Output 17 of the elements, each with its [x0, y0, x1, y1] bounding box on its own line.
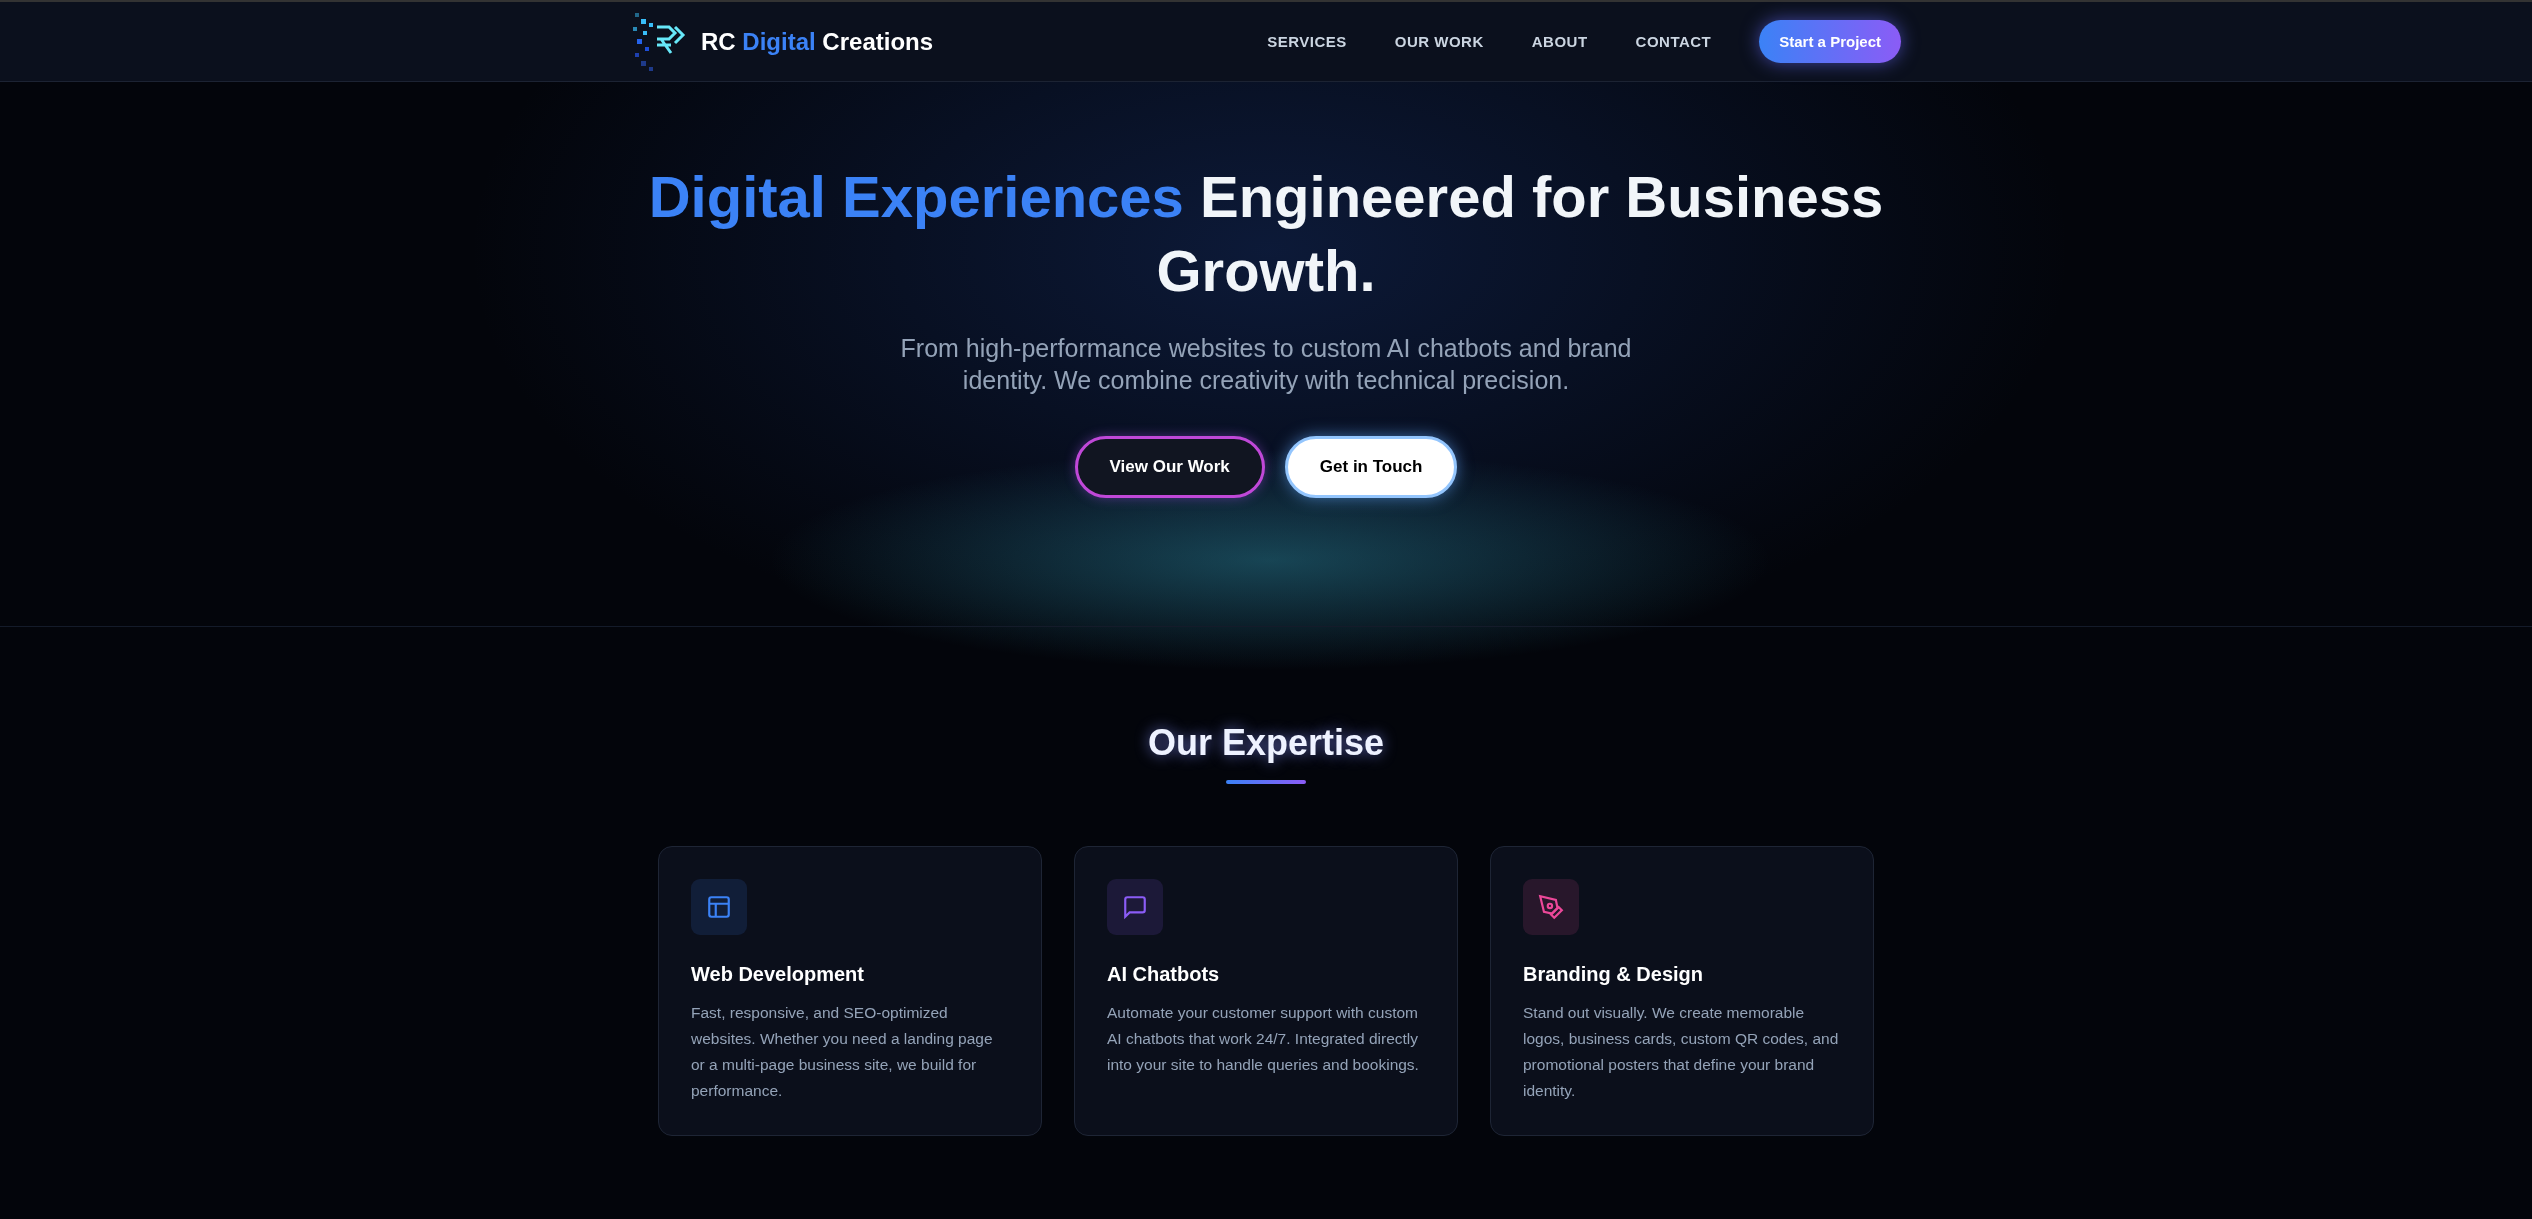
work-button[interactable]: View Our Work	[1074, 436, 1265, 498]
nav-link[interactable]: SERVICES	[1267, 33, 1347, 50]
card-text: Fast, responsive, and SEO-optimized websites. Whether you need a landing page or a multi-page business site, we build for performance.	[691, 1003, 994, 1101]
hero-title: Digital Experiences Engineered for Business Growth.	[647, 163, 1885, 305]
contact-button[interactable]: Get in Touch	[1284, 436, 1458, 498]
card-text: Stand out visually. We create memorable logos, business cards, custom QR codes, and promotional posters that define your brand identity.	[1523, 1003, 1840, 1101]
section-heading: Our Expertise	[1147, 722, 1385, 764]
nav-link[interactable]: OUR WORK	[1394, 33, 1484, 50]
card-text: Automate your customer support with custom AI chatbots that work 24/7. Integrated directly into your site to handle queries and bookings.	[1107, 1003, 1420, 1075]
card-title: Branding & Design	[1523, 963, 1704, 986]
nav-link[interactable]: CONTACT	[1635, 33, 1712, 50]
card-title: AI Chatbots	[1107, 963, 1221, 986]
brand-name[interactable]: RC Digital Creations	[701, 27, 934, 56]
nav-link[interactable]: ABOUT	[1531, 33, 1588, 50]
start-project-button[interactable]: Start a Project	[1759, 20, 1901, 63]
card-title: Web Development	[691, 963, 865, 986]
hero-subtitle: From high-performance websites to custom AI chatbots and brand identity. We combine creativity with technical precision.	[899, 333, 1633, 396]
